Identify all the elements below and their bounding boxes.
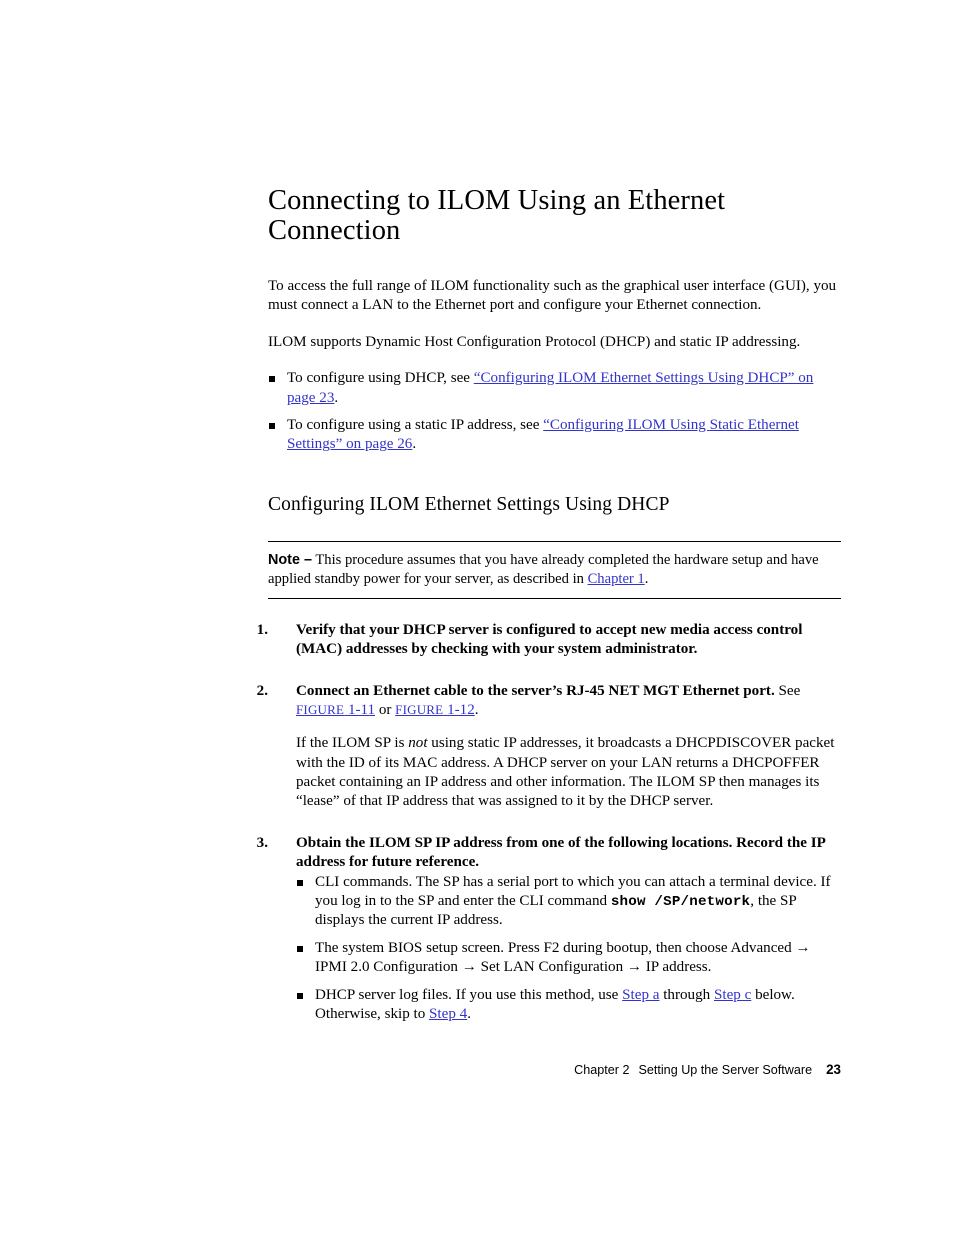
page-footer: Chapter 2 Setting Up the Server Software 2…: [268, 1062, 841, 1077]
step-3: 3. Obtain the ILOM SP IP address from on…: [257, 834, 841, 1025]
chapter-link[interactable]: Chapter 1: [588, 571, 645, 587]
procedure-steps: 1. Verify that your DHCP server is confi…: [257, 621, 841, 1025]
body-part-1: If the ILOM SP is: [296, 735, 409, 752]
note-box: Note – This procedure assumes that you h…: [268, 541, 841, 599]
list-item: The system BIOS setup screen. Press F2 d…: [296, 939, 841, 978]
page-content: Connecting to ILOM Using an Ethernet Con…: [257, 185, 841, 1025]
step-c-link[interactable]: Step c: [714, 987, 751, 1003]
step-bold-text: Connect an Ethernet cable to the server’…: [296, 682, 775, 699]
cli-command: show /SP/network: [610, 894, 751, 911]
figure-number: 1-12: [447, 701, 475, 718]
step-2: 2. Connect an Ethernet cable to the serv…: [257, 682, 841, 812]
step-a-link[interactable]: Step a: [622, 987, 659, 1003]
page-title-line-2: Connection: [268, 215, 401, 247]
step-number: 3.: [256, 834, 268, 851]
sub-bullet-part-2: .: [467, 1005, 471, 1022]
page-title-line-1: Connecting to ILOM Using an Ethernet: [268, 185, 726, 216]
step-3-bullet-list: CLI commands. The SP has a serial port t…: [296, 873, 841, 1025]
figure-label: FIGURE: [395, 701, 444, 717]
body-emphasis: not: [408, 735, 428, 752]
step-regular-tail: See: [774, 682, 801, 699]
footer-page-number: 23: [826, 1062, 841, 1077]
square-bullet-icon: [269, 422, 275, 429]
footer-chapter: Chapter 2: [574, 1063, 630, 1077]
sub-bullet-mid: through: [659, 986, 714, 1003]
intro-paragraph-2: ILOM supports Dynamic Host Configuration…: [268, 333, 801, 350]
step-text: Verify that your DHCP server is configur…: [296, 621, 803, 658]
document-page: Connecting to ILOM Using an Ethernet Con…: [0, 0, 954, 1235]
bullet-text-pre: To configure using DHCP, see: [287, 370, 474, 387]
bullet-text-pre: To configure using a static IP address, …: [287, 416, 544, 433]
figure-label: FIGURE: [296, 701, 345, 717]
square-bullet-icon: [297, 945, 303, 952]
step-body-paragraph: If the ILOM SP is not using static IP ad…: [296, 734, 841, 812]
figure-number: 1-11: [347, 701, 376, 718]
intro-paragraph-1: To access the full range of ILOM functio…: [268, 277, 837, 314]
list-item: To configure using a static IP address, …: [268, 416, 841, 455]
list-item: To configure using DHCP, see “Configurin…: [268, 369, 841, 408]
step-number: 2.: [256, 682, 268, 699]
figure-link-1-12[interactable]: FIGURE 1-12: [395, 702, 475, 718]
step-number: 1.: [256, 621, 268, 638]
list-item: DHCP server log files. If you use this m…: [296, 986, 841, 1025]
step-text: Connect an Ethernet cable to the server’…: [296, 682, 841, 721]
note-text-before: This procedure assumes that you have alr…: [268, 552, 819, 587]
list-item: CLI commands. The SP has a serial port t…: [296, 873, 841, 931]
note-paragraph: Note – This procedure assumes that you h…: [268, 551, 841, 589]
bullet-text-post: .: [412, 436, 417, 453]
step-text: Obtain the ILOM SP IP address from one o…: [296, 834, 825, 871]
step-1: 1. Verify that your DHCP server is confi…: [257, 621, 841, 660]
square-bullet-icon: [297, 992, 303, 999]
figure-tail: .: [474, 701, 479, 718]
intro-bullet-list: To configure using DHCP, see “Configurin…: [268, 369, 841, 455]
square-bullet-icon: [297, 879, 303, 886]
figure-link-1-11[interactable]: FIGURE 1-11: [296, 702, 375, 718]
square-bullet-icon: [269, 376, 275, 383]
bullet-text-post: .: [334, 389, 339, 406]
page-title: Connecting to ILOM Using an Ethernet Con…: [268, 185, 841, 247]
step-4-link[interactable]: Step 4: [429, 1006, 467, 1022]
figure-conjunction: or: [375, 701, 396, 718]
sub-bullet-part-1: DHCP server log files. If you use this m…: [315, 986, 623, 1003]
footer-section-name: Setting Up the Server Software: [638, 1063, 813, 1077]
note-text-after: .: [644, 570, 649, 587]
sub-bullet-part-1: The system BIOS setup screen. Press F2 d…: [315, 939, 811, 976]
section-heading: Configuring ILOM Ethernet Settings Using…: [268, 493, 670, 515]
note-label: Note –: [268, 552, 312, 569]
